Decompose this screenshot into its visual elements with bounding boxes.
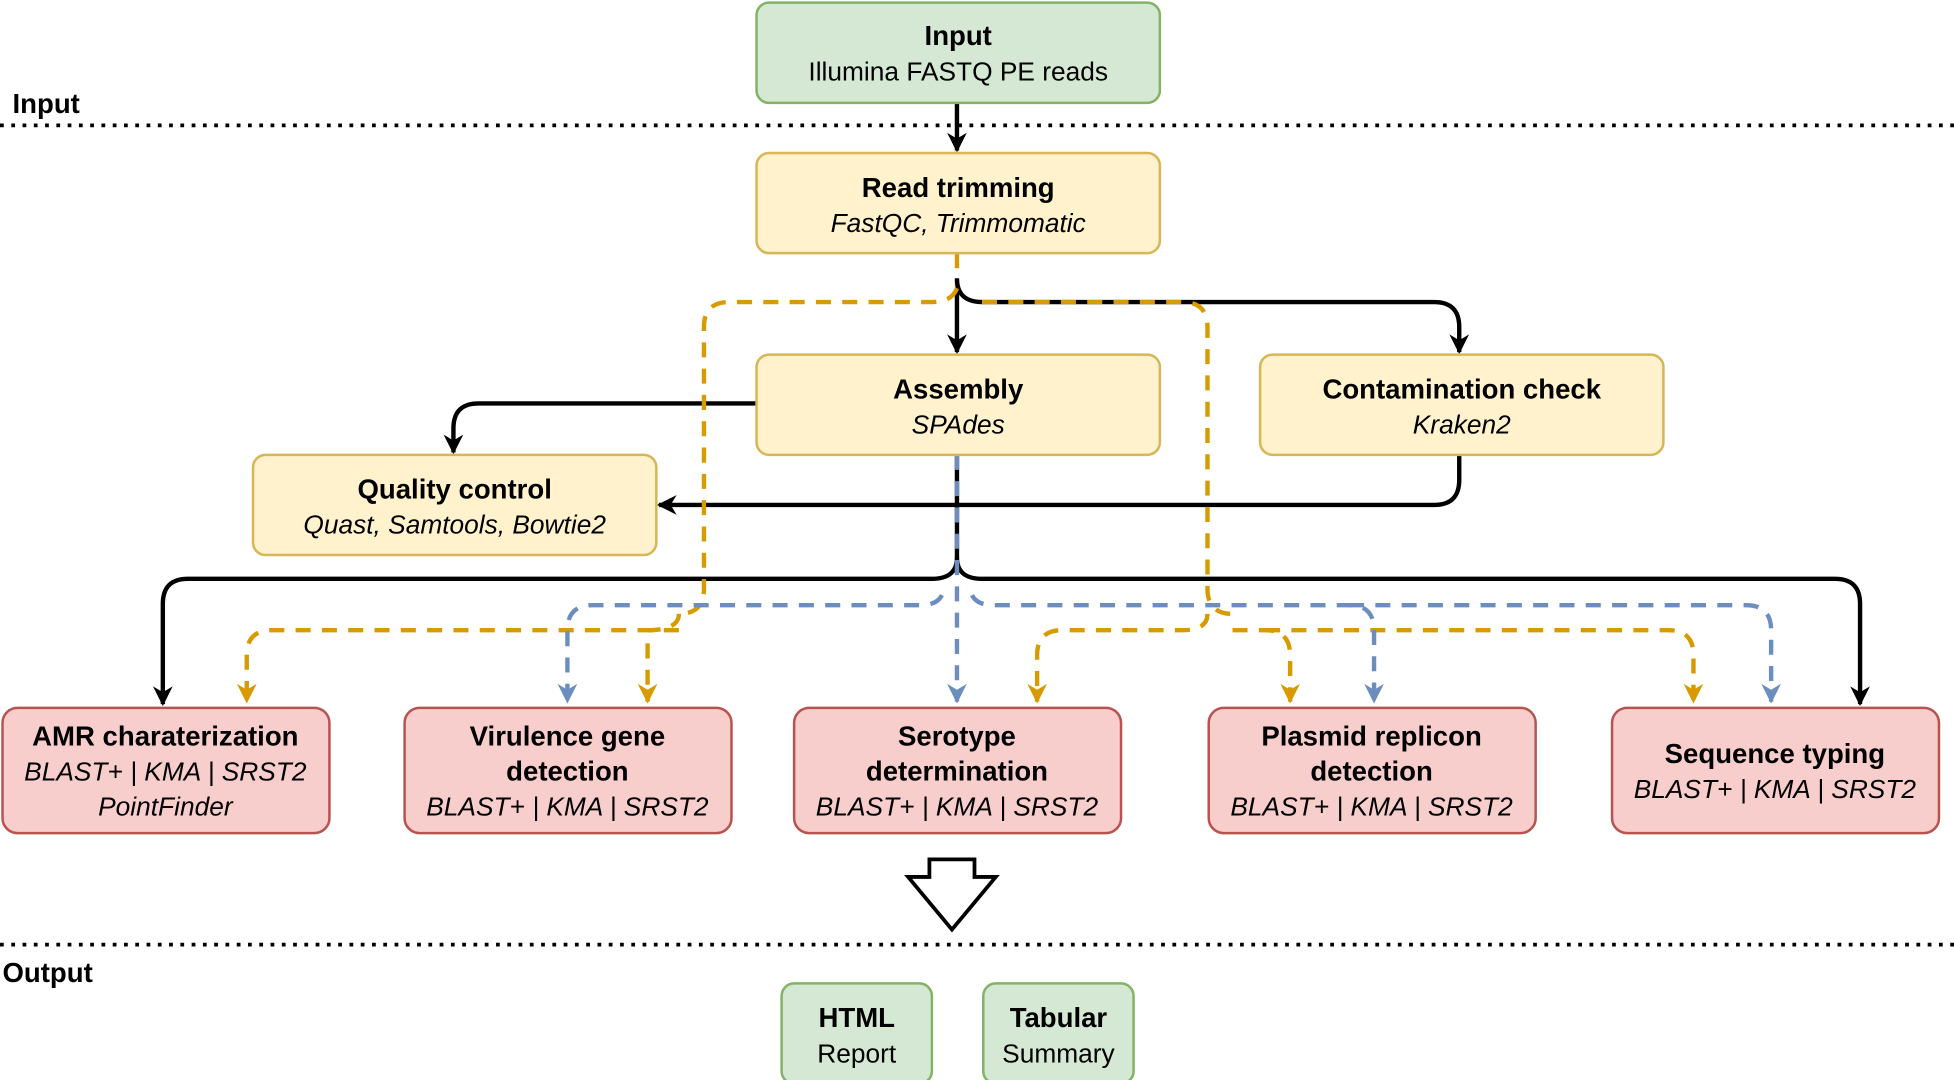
orange-arrow-plasmid <box>1232 627 1301 704</box>
node-title: Read trimming <box>862 172 1055 203</box>
output-section-label: Output <box>3 957 93 988</box>
node-plasmid: Plasmid replicon detection BLAST+ | KMA … <box>1207 706 1537 835</box>
blue-arrow-plasmid <box>970 593 1384 704</box>
output-arrow-icon <box>904 857 1000 933</box>
node-subtitle: Kraken2 <box>1413 410 1511 440</box>
node-virulence: Virulence gene detection BLAST+ | KMA | … <box>403 706 733 835</box>
orange-arrow-amr <box>236 627 679 704</box>
node-title: HTML <box>819 1002 896 1033</box>
node-subtitle: SPAdes <box>912 410 1005 440</box>
node-amr: AMR charaterization BLAST+ | KMA | SRST2… <box>1 706 331 835</box>
node-title: Input <box>925 20 992 51</box>
arrow-trim-contamination <box>954 278 1470 355</box>
node-title: Assembly <box>893 373 1024 404</box>
node-title: detection <box>1310 755 1432 786</box>
pipeline-diagram: Input Output Input Illumina FASTQ PE rea… <box>0 1 1954 1080</box>
node-subtitle: BLAST+ | KMA | SRST2 <box>816 792 1099 822</box>
arrow-assembly-qc <box>443 401 757 455</box>
arrow-contamination-qc <box>656 454 1462 515</box>
node-read-trimming: Read trimming FastQC, Trimmomatic <box>755 151 1162 255</box>
node-subtitle: Report <box>817 1038 897 1068</box>
node-title: detection <box>506 755 628 786</box>
node-tabular-summary: Tabular Summary <box>982 982 1135 1080</box>
node-subtitle: FastQC, Trimmomatic <box>831 208 1086 238</box>
node-title: Tabular <box>1010 1002 1108 1033</box>
orange-arrow-serotype <box>1027 613 1210 704</box>
orange-arrow-seqtyping <box>1265 627 1704 704</box>
node-subtitle: Summary <box>1002 1038 1115 1068</box>
node-subtitle: BLAST+ | KMA | SRST2 <box>1634 774 1917 804</box>
node-title: Virulence gene <box>470 720 665 751</box>
node-title: Quality control <box>357 474 551 505</box>
orange-loop-right <box>982 299 1233 617</box>
blue-arrow-virulence <box>557 593 944 704</box>
node-title: Plasmid replicon <box>1261 720 1481 751</box>
input-section-label: Input <box>13 88 80 119</box>
node-title: AMR charaterization <box>32 720 298 751</box>
node-subtitle: BLAST+ | KMA | SRST2 <box>1230 792 1513 822</box>
blue-arrow-seqtyping <box>1349 602 1781 704</box>
node-subtitle: Illumina FASTQ PE reads <box>808 56 1108 86</box>
node-assembly: Assembly SPAdes <box>755 353 1162 457</box>
node-html-report: HTML Report <box>780 982 934 1080</box>
node-quality-control: Quality control Quast, Samtools, Bowtie2 <box>251 453 658 557</box>
node-sequence-typing: Sequence typing BLAST+ | KMA | SRST2 <box>1610 706 1941 835</box>
node-subtitle: PointFinder <box>98 792 234 822</box>
node-title: Serotype <box>898 720 1016 751</box>
node-title: Contamination check <box>1322 373 1601 404</box>
node-serotype: Serotype determination BLAST+ | KMA | SR… <box>792 706 1123 835</box>
node-title: determination <box>866 755 1048 786</box>
node-input: Input Illumina FASTQ PE reads <box>755 1 1162 105</box>
node-contamination-check: Contamination check Kraken2 <box>1258 353 1665 457</box>
node-title: Sequence typing <box>1665 738 1885 769</box>
node-subtitle: BLAST+ | KMA | SRST2 <box>24 756 307 786</box>
orange-arrow-virulence <box>637 613 682 704</box>
node-subtitle: Quast, Samtools, Bowtie2 <box>303 510 606 540</box>
node-subtitle: BLAST+ | KMA | SRST2 <box>426 792 709 822</box>
